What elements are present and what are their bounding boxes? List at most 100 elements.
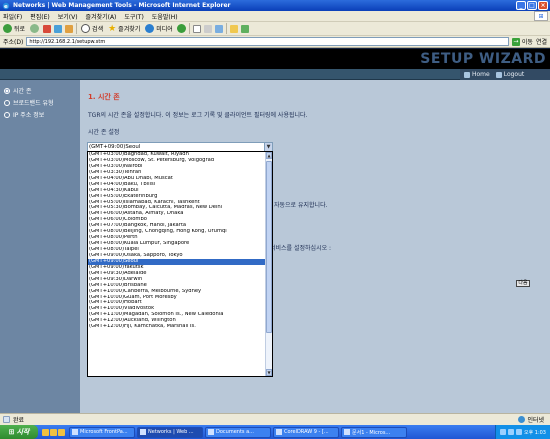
search-icon (81, 24, 91, 33)
taskbar-item[interactable]: Documents a... (205, 426, 271, 438)
wizard-sidebar: 시간 존 브로드밴드 유형 IP 주소 정보 (0, 80, 80, 413)
logout-link-label: Logout (503, 71, 525, 78)
start-button[interactable]: ⊞ 시작 (0, 425, 38, 439)
media-label: 미디어 (156, 26, 173, 33)
app-icon (72, 429, 78, 435)
home-link[interactable]: Home (464, 71, 490, 78)
minimize-button[interactable]: _ (516, 1, 526, 10)
home-icon[interactable] (65, 24, 74, 33)
logout-icon (495, 71, 502, 78)
maximize-button[interactable]: □ (527, 1, 537, 10)
favorites-label: 즐겨찾기 (118, 26, 141, 33)
menu-favorites[interactable]: 즐겨찾기(A) (86, 12, 117, 21)
edit-icon[interactable] (214, 24, 223, 33)
logout-link[interactable]: Logout (495, 71, 525, 78)
back-button[interactable]: 뒤로 (2, 23, 26, 35)
sidebar-item-ip-address[interactable]: IP 주소 정보 (4, 110, 76, 119)
taskbar-item[interactable]: 문서1 - Micros... (341, 426, 407, 438)
taskbar-item-label: Documents a... (216, 429, 254, 435)
status-text: 완료 (13, 417, 25, 424)
dropdown-scrollbar[interactable]: ▲ ▼ (265, 152, 272, 376)
setup-banner: SETUP WIZARD (0, 48, 550, 69)
language-icon[interactable] (499, 429, 506, 435)
window-title: Networks | Web Management Tools - Micros… (13, 2, 231, 9)
sidebar-item-time-zone[interactable]: 시간 존 (4, 86, 76, 95)
menu-view[interactable]: 보기(V) (58, 12, 78, 21)
home-icon (464, 71, 470, 78)
partial-text-2: 서비스를 설정하십시오 : (270, 245, 332, 252)
page-title: 1. 시간 존 (88, 93, 120, 101)
address-bar: 주소(D) http://192.168.2.1/setupw.stm → 이동… (0, 36, 550, 48)
address-label: 주소(D) (3, 39, 24, 46)
sidebar-item-broadband-type[interactable]: 브로드밴드 유형 (4, 98, 76, 107)
network-icon[interactable] (507, 429, 514, 435)
app-icon (140, 429, 146, 435)
taskbar-item[interactable]: CorelDRAW 9 - [... (273, 426, 339, 438)
timezone-subheading: 시간 존 설정 (88, 129, 120, 136)
svg-text:e: e (4, 4, 8, 10)
ie-logo-icon: e (2, 2, 10, 10)
desktop-quicklaunch-icon[interactable] (50, 428, 57, 436)
system-tray: 오후 1:03 (494, 425, 550, 439)
radio-selected-icon (4, 87, 10, 94)
toolbar: 뒤로 검색 ★ 즐겨찾기 미디어 (0, 22, 550, 36)
go-button[interactable]: → 이동 (511, 37, 533, 46)
mail-icon[interactable] (192, 24, 201, 33)
menu-tools[interactable]: 도구(T) (124, 12, 143, 21)
refresh-icon[interactable] (54, 24, 63, 33)
timezone-options: (GMT+03:00)Baghdad, Kuwait, Riyadh (GMT+0… (88, 152, 266, 330)
stop-icon[interactable] (43, 24, 52, 33)
menu-edit[interactable]: 편집(E) (30, 12, 50, 21)
search-button[interactable]: 검색 (80, 23, 104, 35)
messenger-icon[interactable] (240, 24, 249, 33)
folder-icon[interactable] (229, 24, 238, 33)
media-quicklaunch-icon[interactable] (58, 428, 65, 436)
window-titlebar: e Networks | Web Management Tools - Micr… (0, 0, 550, 11)
media-icon (145, 24, 155, 33)
scrollbar-thumb[interactable] (266, 161, 272, 333)
taskbar-item-label: 문서1 - Micros... (352, 429, 391, 436)
toolbar-separator (225, 23, 227, 34)
address-input[interactable]: http://192.168.2.1/setupw.stm (26, 37, 509, 46)
forward-button[interactable] (29, 23, 40, 35)
taskbar-item-label: Networks | Web ... (148, 429, 194, 435)
close-button[interactable]: × (538, 1, 548, 10)
start-label: 시작 (16, 428, 30, 436)
scroll-down-icon[interactable]: ▼ (266, 369, 272, 376)
star-icon: ★ (108, 23, 117, 34)
print-icon[interactable] (203, 24, 212, 33)
favorites-button[interactable]: ★ 즐겨찾기 (107, 23, 141, 35)
menu-help[interactable]: 도움말(H) (152, 12, 178, 21)
status-zone: 인터넷 (518, 415, 550, 424)
partial-text-1: 자동으로 유지합니다. (274, 202, 328, 209)
taskbar-item-active[interactable]: Networks | Web ... (137, 426, 203, 438)
clock: 오후 1:03 (523, 429, 546, 436)
sidebar-item-label: 브로드밴드 유형 (13, 100, 54, 107)
chevron-down-icon[interactable]: ▼ (264, 143, 272, 151)
go-arrow-icon: → (511, 37, 520, 46)
url-text: http://192.168.2.1/setupw.stm (29, 38, 106, 45)
taskbar-item-label: CorelDRAW 9 - [... (284, 429, 329, 435)
sidebar-item-label: IP 주소 정보 (13, 112, 45, 119)
sidebar-item-label: 시간 존 (13, 88, 32, 95)
links-label[interactable]: 연결 (536, 37, 547, 46)
media-button[interactable]: 미디어 (144, 23, 174, 35)
windows-logo-icon: ⊞ (534, 11, 548, 21)
main-content: 1. 시간 존 TGR의 시간 존을 설정합니다. 이 정보는 로그 기록 및 … (80, 80, 550, 413)
home-link-label: Home (472, 71, 490, 78)
history-icon[interactable] (176, 24, 186, 33)
next-button[interactable]: 다음 (516, 280, 530, 287)
taskbar-item[interactable]: Microsoft FrontPa... (69, 426, 135, 438)
timezone-option[interactable]: (GMT+12:00)Fiji, Kamchatka, Marshall Is. (88, 324, 266, 330)
forward-arrow-icon (30, 24, 40, 33)
toolbar-separator (188, 23, 190, 34)
back-label: 뒤로 (14, 26, 26, 33)
word-icon (344, 429, 350, 435)
menu-file[interactable]: 파일(F) (3, 12, 22, 21)
nav-links: Home Logout (460, 69, 550, 80)
volume-icon[interactable] (515, 429, 522, 435)
scroll-up-icon[interactable]: ▲ (266, 152, 272, 159)
zone-label: 인터넷 (527, 417, 544, 424)
banner-title: SETUP WIZARD (420, 51, 546, 67)
ie-quicklaunch-icon[interactable] (42, 428, 49, 436)
